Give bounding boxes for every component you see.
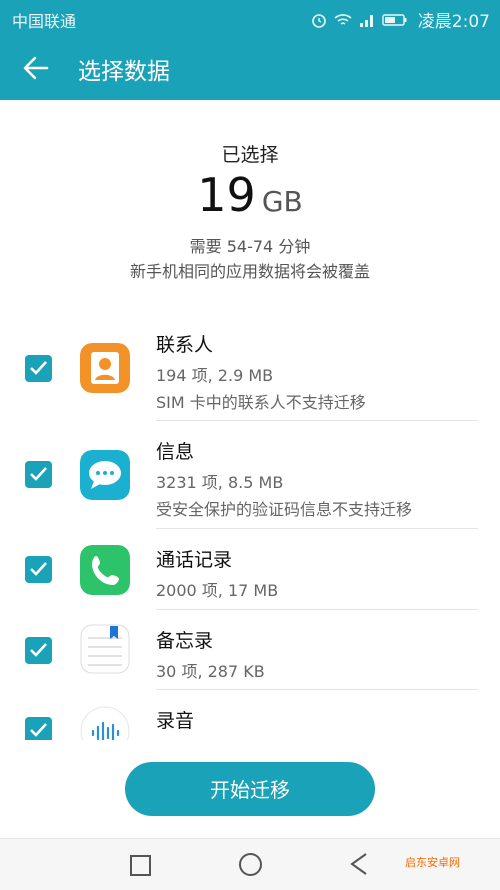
- list-item-messages[interactable]: 信息 3231 项, 8.5 MB 受安全保护的验证码信息不支持迁移: [0, 421, 500, 529]
- item-detail: 30 项, 287 KB: [156, 662, 265, 681]
- recorder-icon: [80, 706, 130, 740]
- item-title: 信息: [156, 441, 195, 463]
- check-icon: [30, 562, 47, 576]
- home-icon[interactable]: [239, 853, 262, 876]
- item-title: 联系人: [156, 334, 214, 356]
- clock: 凌晨2:07: [417, 12, 490, 32]
- check-icon: [30, 723, 47, 737]
- size-unit: GB: [261, 185, 303, 218]
- checkbox-recorder[interactable]: [25, 717, 52, 740]
- checkbox-notepad[interactable]: [25, 637, 52, 664]
- overwrite-warning: 新手机相同的应用数据将会被覆盖: [129, 262, 370, 281]
- alarm-icon: [312, 13, 326, 28]
- recent-apps-icon[interactable]: [130, 855, 151, 876]
- total-size: 19 GB: [0, 168, 500, 222]
- item-title: 通话记录: [156, 549, 233, 571]
- signal-icon: [359, 14, 373, 27]
- start-migration-button[interactable]: 开始迁移: [125, 762, 375, 816]
- data-list: 联系人 194 项, 2.9 MB SIM 卡中的联系人不支持迁移 信息 323…: [0, 314, 500, 740]
- battery-icon: [382, 13, 407, 26]
- watermark-text: 启东安卓网: [405, 856, 460, 869]
- item-note: SIM 卡中的联系人不支持迁移: [156, 393, 366, 412]
- list-item-call-log[interactable]: 通话记录 2000 项, 17 MB: [0, 529, 500, 610]
- checkbox-contacts[interactable]: [25, 355, 52, 382]
- list-item-contacts[interactable]: 联系人 194 项, 2.9 MB SIM 卡中的联系人不支持迁移: [0, 314, 500, 421]
- checkbox-messages[interactable]: [25, 461, 52, 488]
- carrier-name: 中国联通: [12, 12, 77, 31]
- wifi-icon: [334, 13, 352, 25]
- page-title: 选择数据: [78, 59, 170, 85]
- item-detail: 2000 项, 17 MB: [156, 581, 279, 600]
- status-bar: 中国联通 凌晨2:07: [0, 0, 500, 34]
- arrow-left-icon[interactable]: [20, 52, 52, 84]
- check-icon: [30, 643, 47, 657]
- contacts-icon: [80, 343, 130, 393]
- check-icon: [30, 361, 47, 375]
- list-item-notepad[interactable]: 备忘录 30 项, 287 KB: [0, 610, 500, 690]
- size-value: 19: [197, 168, 256, 222]
- item-detail: 194 项, 2.9 MB: [156, 366, 274, 385]
- app-header: 选择数据: [0, 34, 500, 100]
- estimated-time: 需要 54-74 分钟: [189, 237, 311, 256]
- messages-icon: [80, 450, 130, 500]
- item-detail: 3231 项, 8.5 MB: [156, 473, 284, 492]
- item-title: 备忘录: [156, 630, 214, 652]
- notepad-icon: [80, 624, 130, 674]
- check-icon: [30, 467, 47, 481]
- back-triangle-icon[interactable]: [348, 851, 370, 877]
- status-icons: 凌晨2:07: [310, 7, 490, 32]
- item-note: 受安全保护的验证码信息不支持迁移: [156, 500, 413, 519]
- item-title: 录音: [156, 710, 195, 732]
- checkbox-call-log[interactable]: [25, 556, 52, 583]
- selected-label: 已选择: [221, 144, 279, 166]
- phone-icon: [80, 545, 130, 595]
- list-item-recorder[interactable]: 录音: [0, 690, 500, 740]
